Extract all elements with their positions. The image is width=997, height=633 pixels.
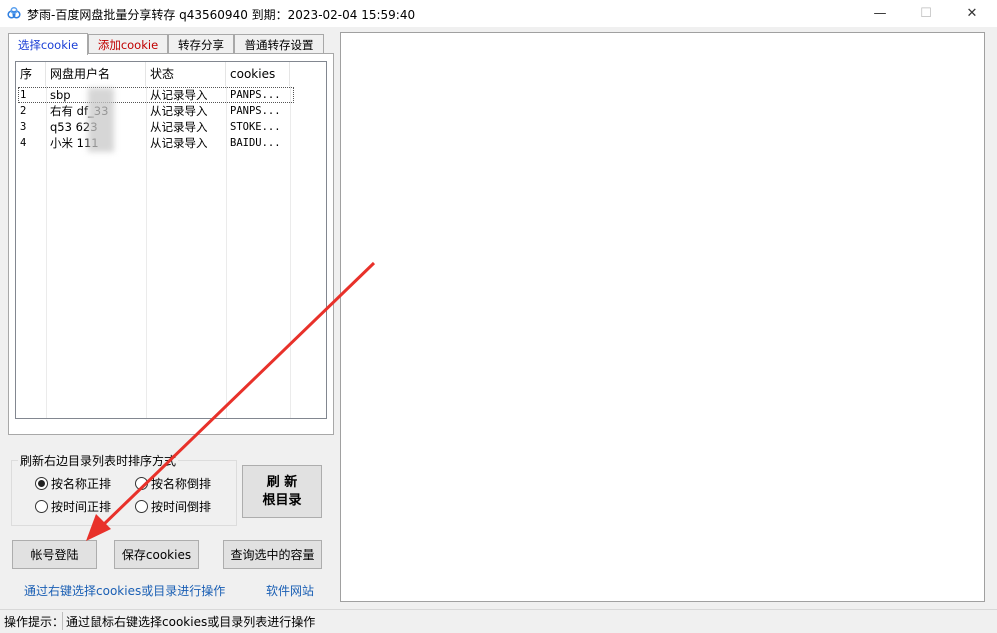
cell-status: 从记录导入 [150, 136, 208, 150]
refresh-root-button[interactable]: 刷 新 根目录 [242, 465, 322, 518]
account-login-button[interactable]: 帐号登陆 [12, 540, 97, 569]
radio-sort-name-desc[interactable]: 按名称倒排 [135, 475, 211, 492]
redaction-blur [88, 88, 114, 152]
column-header-status[interactable]: 状态 [146, 62, 226, 86]
tab-select-cookie[interactable]: 选择cookie [8, 33, 88, 55]
radio-label: 按时间正排 [51, 500, 112, 514]
list-header: 序 网盘用户名 状态 cookies [16, 62, 326, 86]
status-bar: 操作提示： 通过鼠标右键选择cookies或目录列表进行操作 [0, 609, 997, 633]
cell-status: 从记录导入 [150, 88, 208, 102]
minimize-button[interactable]: — [857, 0, 903, 27]
radio-unchecked-icon [35, 500, 48, 513]
cell-index: 3 [20, 121, 27, 133]
table-row[interactable]: 1 sbp 从记录导入 PANPS... [16, 87, 326, 103]
cell-index: 2 [20, 105, 27, 117]
tab-add-cookie[interactable]: 添加cookie [88, 34, 168, 54]
column-header-index[interactable]: 序 [16, 62, 46, 86]
radio-checked-icon [35, 477, 48, 490]
query-capacity-button[interactable]: 查询选中的容量 [223, 540, 322, 569]
radio-sort-name-asc[interactable]: 按名称正排 [35, 475, 111, 492]
directory-panel[interactable] [340, 32, 985, 602]
cell-status: 从记录导入 [150, 120, 208, 134]
tab-transfer-share[interactable]: 转存分享 [168, 34, 234, 54]
tab-panel: 序 网盘用户名 状态 cookies 1 sbp 从记录导入 PANPS... … [8, 53, 334, 435]
tab-normal-transfer-settings[interactable]: 普通转存设置 [234, 34, 324, 54]
status-label: 操作提示： [4, 615, 65, 629]
column-header-username[interactable]: 网盘用户名 [46, 62, 146, 86]
table-row[interactable]: 3 q53 623 从记录导入 STOKE... [16, 119, 326, 135]
status-message: 通过鼠标右键选择cookies或目录列表进行操作 [66, 615, 316, 629]
app-logo-icon [7, 6, 21, 19]
window-title: 梦雨-百度网盘批量分享转存 q43560940 到期：2023-02-04 15… [27, 8, 416, 22]
cell-status: 从记录导入 [150, 104, 208, 118]
radio-sort-time-asc[interactable]: 按时间正排 [35, 498, 111, 515]
cell-cookies: PANPS... [230, 89, 281, 101]
tab-add-cookie-label: 添加cookie [97, 37, 159, 52]
table-row[interactable]: 4 小米 111 从记录导入 BAIDU... [16, 135, 326, 151]
radio-label: 按名称正排 [51, 477, 112, 491]
cell-cookies: STOKE... [230, 121, 281, 133]
close-button[interactable]: ✕ [949, 0, 995, 27]
table-row[interactable]: 2 右有 df_33 从记录导入 PANPS... [16, 103, 326, 119]
cookie-list[interactable]: 序 网盘用户名 状态 cookies 1 sbp 从记录导入 PANPS... … [15, 61, 327, 419]
sort-options-group [11, 460, 237, 526]
cell-cookies: PANPS... [230, 105, 281, 117]
cell-cookies: BAIDU... [230, 137, 281, 149]
refresh-root-label-line2: 根目录 [262, 492, 302, 508]
tab-normal-transfer-settings-label: 普通转存设置 [244, 37, 314, 52]
radio-unchecked-icon [135, 477, 148, 490]
tab-transfer-share-label: 转存分享 [178, 37, 224, 52]
save-cookies-button[interactable]: 保存cookies [114, 540, 199, 569]
cell-index: 1 [20, 89, 27, 101]
cell-index: 4 [20, 137, 27, 149]
sort-group-title: 刷新右边目录列表时排序方式 [18, 452, 179, 469]
column-header-cookies[interactable]: cookies [226, 62, 290, 86]
radio-unchecked-icon [135, 500, 148, 513]
tab-select-cookie-label: 选择cookie [17, 37, 79, 52]
status-divider [62, 612, 63, 630]
maximize-button[interactable]: ☐ [903, 0, 949, 27]
radio-label: 按名称倒排 [151, 477, 212, 491]
hint-link[interactable]: 通过右键选择cookies或目录进行操作 [24, 582, 225, 599]
radio-label: 按时间倒排 [151, 500, 212, 514]
radio-sort-time-desc[interactable]: 按时间倒排 [135, 498, 211, 515]
refresh-root-label-line1: 刷 新 [266, 474, 298, 490]
title-bar: 梦雨-百度网盘批量分享转存 q43560940 到期：2023-02-04 15… [0, 0, 997, 27]
website-link[interactable]: 软件网站 [266, 582, 314, 599]
